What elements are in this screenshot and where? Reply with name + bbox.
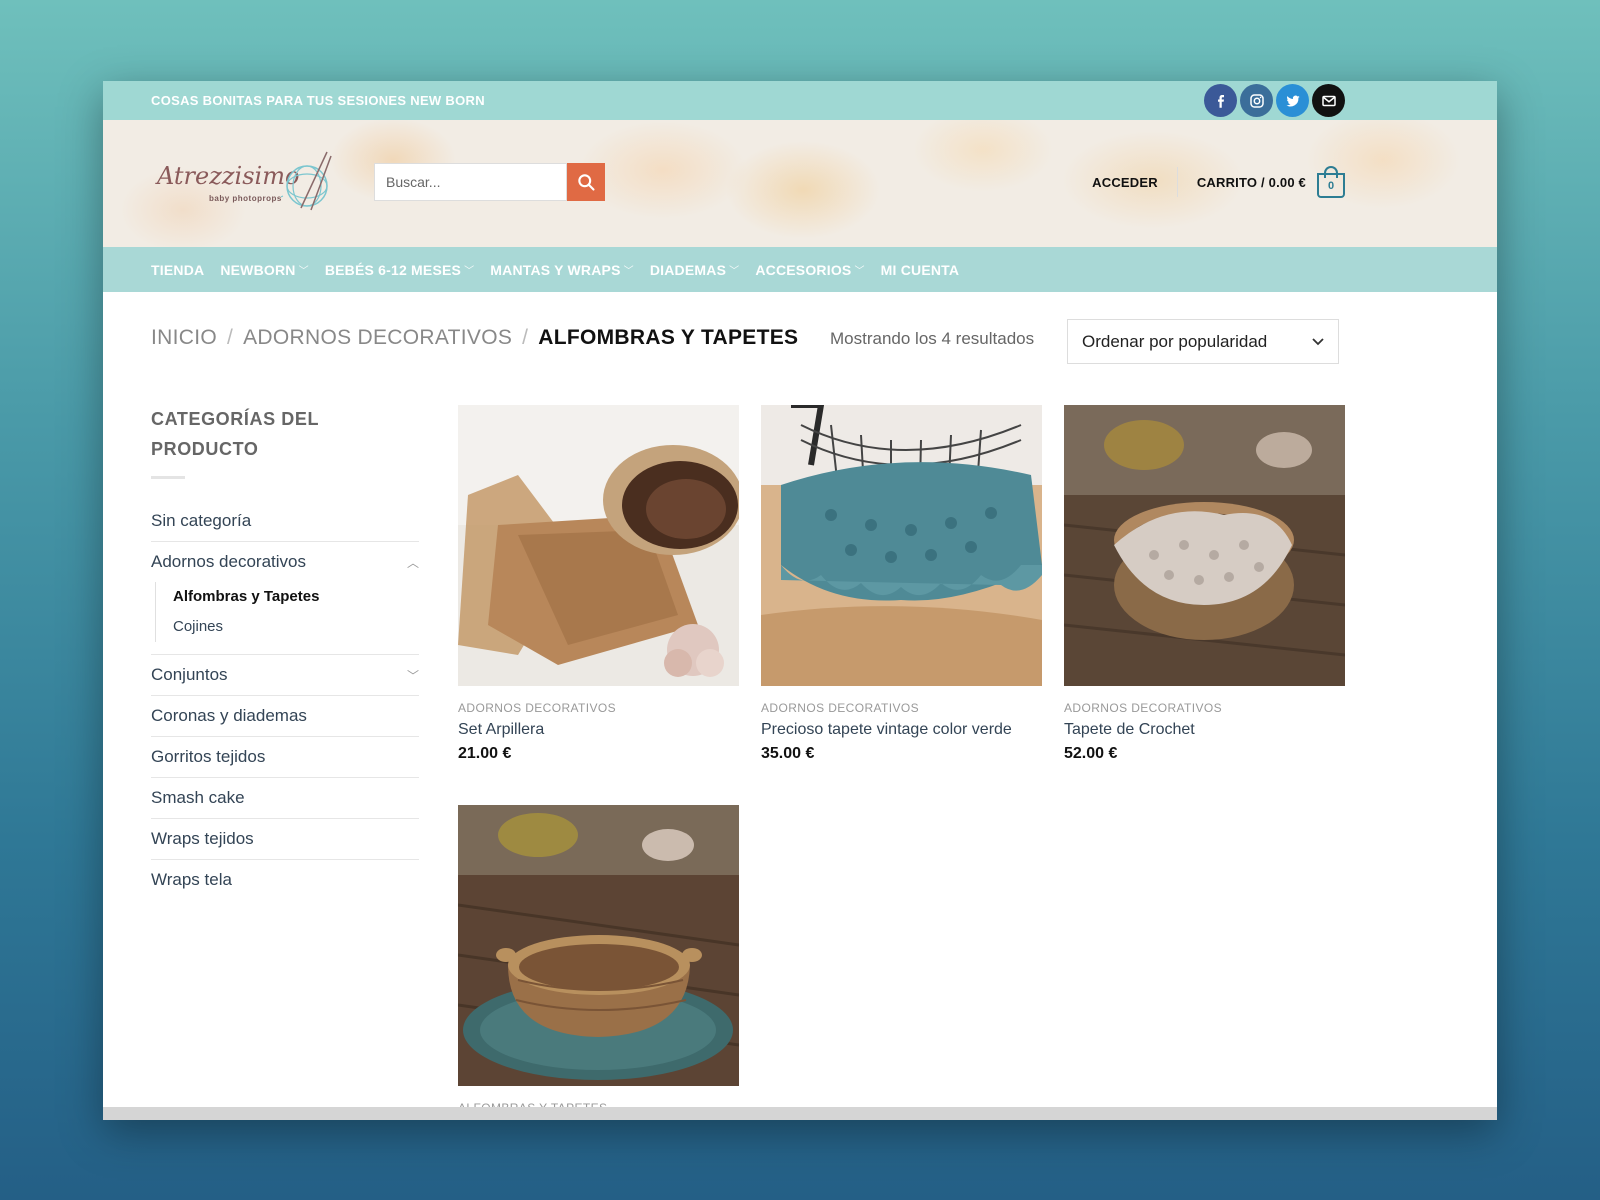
window-bottom-bar [103, 1107, 1497, 1120]
product-card[interactable]: ADORNOS DECORATIVOS Precioso tapete vint… [761, 405, 1042, 763]
chevron-down-icon[interactable]: ﹀ [407, 667, 419, 684]
category-label: Conjuntos [151, 665, 228, 684]
facebook-icon[interactable] [1204, 84, 1237, 117]
site-header: Atrezzisimo baby photoprops ACCEDER CARR… [103, 120, 1497, 247]
category-adornos-decorativos[interactable]: Adornos decorativos ︿ [151, 542, 419, 582]
chevron-down-icon [1312, 337, 1324, 345]
login-link[interactable]: ACCEDER [1092, 175, 1158, 190]
nav-label: DIADEMAS [649, 261, 727, 278]
site-logo[interactable]: Atrezzisimo baby photoprops [151, 148, 341, 218]
nav-item-diademas[interactable]: DIADEMAS ﹀ [650, 262, 739, 278]
subcategory-alfombras[interactable]: Alfombras y Tapetes [173, 582, 419, 612]
site-tagline: COSAS BONITAS PARA TUS SESIONES NEW BORN [151, 93, 485, 108]
nav-label: MI CUENTA [880, 261, 960, 278]
breadcrumb-home[interactable]: INICIO [151, 326, 217, 350]
chevron-down-icon: ﹀ [854, 266, 865, 277]
sort-select[interactable]: Ordenar por popularidad [1067, 319, 1339, 364]
category-label: Sin categoría [151, 511, 252, 530]
category-label: Wraps tela [151, 870, 232, 889]
nav-item-mantas[interactable]: MANTAS Y WRAPS ﹀ [490, 262, 634, 278]
product-category[interactable]: ADORNOS DECORATIVOS [761, 701, 1042, 715]
category-coronas[interactable]: Coronas y diademas [151, 696, 419, 737]
nav-label: TIENDA [151, 261, 205, 278]
breadcrumb-separator: / [226, 326, 234, 349]
nav-label: MANTAS Y WRAPS [490, 261, 621, 278]
browser-window: COSAS BONITAS PARA TUS SESIONES NEW BORN… [103, 81, 1497, 1120]
product-name[interactable]: Set Arpillera [458, 721, 739, 739]
search-form [374, 163, 605, 201]
search-input[interactable] [374, 163, 567, 201]
chevron-down-icon: ﹀ [623, 266, 634, 277]
category-conjuntos[interactable]: Conjuntos ﹀ [151, 655, 419, 696]
category-label: Gorritos tejidos [151, 747, 266, 766]
nav-item-bebes[interactable]: BEBÉS 6-12 MESES ﹀ [325, 262, 474, 278]
nav-label: ACCESORIOS [755, 261, 852, 278]
email-icon[interactable] [1312, 84, 1345, 117]
chevron-up-icon[interactable]: ︿ [407, 554, 419, 571]
nav-item-newborn[interactable]: NEWBORN ﹀ [220, 262, 309, 278]
breadcrumb-separator: / [522, 326, 529, 349]
product-card[interactable]: ALFOMBRAS Y TAPETES [458, 805, 739, 1115]
category-label: Adornos decorativos [151, 552, 306, 571]
sort-selected-value: Ordenar por popularidad [1082, 331, 1268, 351]
category-label: Coronas y diademas [151, 706, 307, 725]
category-label: Smash cake [151, 788, 245, 807]
product-price: 21.00 € [458, 745, 512, 762]
search-icon [578, 174, 595, 191]
breadcrumb: INICIO / ADORNOS DECORATIVOS / ALFOMBRAS… [151, 326, 798, 350]
cart-link[interactable]: CARRITO / 0.00 € [1197, 175, 1306, 190]
instagram-icon[interactable] [1240, 84, 1273, 117]
result-count: Mostrando los 4 resultados [830, 329, 1035, 348]
category-wraps-tejidos[interactable]: Wraps tejidos [151, 819, 419, 860]
product-name[interactable]: Tapete de Crochet [1064, 721, 1345, 739]
nav-item-accesorios[interactable]: ACCESORIOS ﹀ [755, 262, 864, 278]
category-wraps-tela[interactable]: Wraps tela [151, 860, 419, 900]
top-bar: COSAS BONITAS PARA TUS SESIONES NEW BORN [103, 81, 1497, 120]
chevron-down-icon: ﹀ [298, 266, 309, 277]
cart-icon[interactable]: 0 [1317, 166, 1345, 198]
sidebar-title: CATEGORÍAS DEL PRODUCTO [151, 409, 319, 459]
nav-label: BEBÉS 6-12 MESES [324, 261, 462, 278]
category-group-adornos: Adornos decorativos ︿ Alfombras y Tapete… [151, 542, 419, 655]
category-sin-categoria[interactable]: Sin categoría [151, 501, 419, 542]
nav-item-tienda[interactable]: TIENDA [151, 262, 204, 278]
logo-text: Atrezzisimo [157, 162, 300, 190]
header-divider [1176, 167, 1178, 197]
chevron-down-icon: ﹀ [464, 266, 475, 277]
product-card[interactable]: ADORNOS DECORATIVOS Tapete de Crochet 52… [1064, 405, 1345, 763]
logo-subtext: baby photoprops [209, 194, 282, 203]
breadcrumb-current: ALFOMBRAS Y TAPETES [538, 326, 799, 349]
product-category[interactable]: ADORNOS DECORATIVOS [1064, 701, 1345, 715]
chevron-down-icon: ﹀ [729, 266, 740, 277]
twitter-icon[interactable] [1276, 84, 1309, 117]
yarn-ball-icon [281, 151, 332, 211]
product-price: 35.00 € [761, 745, 815, 762]
main-nav: TIENDA NEWBORN ﹀ BEBÉS 6-12 MESES ﹀ MANTAS… [103, 247, 1497, 292]
product-price: 52.00 € [1064, 745, 1118, 762]
subcategory-list: Alfombras y Tapetes Cojines [155, 582, 419, 642]
nav-label: NEWBORN [220, 261, 296, 278]
product-image[interactable] [1064, 405, 1345, 686]
product-image[interactable] [458, 805, 739, 1086]
social-links [1204, 84, 1345, 117]
breadcrumb-adornos[interactable]: ADORNOS DECORATIVOS [243, 326, 512, 350]
nav-item-mi-cuenta[interactable]: MI CUENTA [881, 262, 960, 278]
category-smash-cake[interactable]: Smash cake [151, 778, 419, 819]
product-card[interactable]: ADORNOS DECORATIVOS Set Arpillera 21.00 … [458, 405, 739, 763]
product-name[interactable]: Precioso tapete vintage color verde [761, 721, 1042, 739]
category-gorritos[interactable]: Gorritos tejidos [151, 737, 419, 778]
cart-count: 0 [1317, 173, 1345, 198]
product-category[interactable]: ADORNOS DECORATIVOS [458, 701, 739, 715]
search-button[interactable] [567, 163, 605, 201]
header-account-area: ACCEDER CARRITO / 0.00 € 0 [1092, 164, 1345, 200]
product-image[interactable] [458, 405, 739, 686]
category-sidebar: CATEGORÍAS DEL PRODUCTO Sin categoría Ad… [151, 404, 419, 900]
category-label: Wraps tejidos [151, 829, 254, 848]
sidebar-title-rule [151, 476, 185, 479]
subcategory-cojines[interactable]: Cojines [173, 612, 419, 642]
product-image[interactable] [761, 405, 1042, 686]
